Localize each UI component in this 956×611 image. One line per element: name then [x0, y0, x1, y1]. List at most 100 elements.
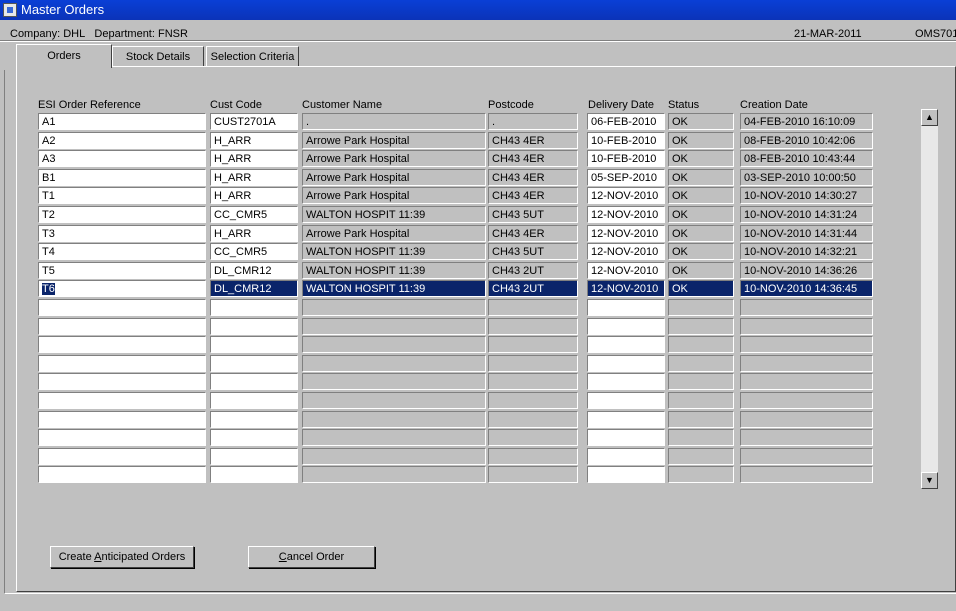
esi-order-reference-field[interactable]: T6: [38, 280, 206, 297]
cust-code-field[interactable]: H_ARR: [210, 150, 298, 167]
postcode-field: [488, 429, 578, 446]
delivery-date-field[interactable]: [587, 318, 665, 335]
creation-date-field: 10-NOV-2010 14:36:45: [740, 280, 873, 297]
cust-code-field[interactable]: CC_CMR5: [210, 206, 298, 223]
scroll-down-icon[interactable]: ▼: [921, 472, 938, 489]
scroll-up-icon[interactable]: ▲: [921, 109, 938, 126]
delivery-date-field[interactable]: 12-NOV-2010: [587, 262, 665, 279]
postcode-field: [488, 373, 578, 390]
tab-selection-criteria[interactable]: Selection Criteria: [206, 46, 299, 66]
delivery-date-field[interactable]: 12-NOV-2010: [587, 280, 665, 297]
postcode-field: CH43 2UT: [488, 280, 578, 297]
delivery-date-field[interactable]: [587, 392, 665, 409]
cust-code-field[interactable]: [210, 448, 298, 465]
esi-order-reference-field[interactable]: A1: [38, 113, 206, 130]
app-icon[interactable]: [3, 3, 17, 17]
header-creation-date: Creation Date: [740, 99, 808, 111]
cust-code-field[interactable]: [210, 466, 298, 483]
status-field: [668, 392, 734, 409]
esi-order-reference-field[interactable]: T2: [38, 206, 206, 223]
esi-order-reference-field[interactable]: T3: [38, 225, 206, 242]
creation-date-field: 10-NOV-2010 14:31:24: [740, 206, 873, 223]
delivery-date-field[interactable]: 12-NOV-2010: [587, 243, 665, 260]
tab-stock-details[interactable]: Stock Details: [112, 46, 204, 66]
creation-date-field: 08-FEB-2010 10:43:44: [740, 150, 873, 167]
esi-order-reference-field[interactable]: [38, 355, 206, 372]
esi-order-reference-field[interactable]: B1: [38, 169, 206, 186]
delivery-date-field[interactable]: [587, 411, 665, 428]
cust-code-field[interactable]: CC_CMR5: [210, 243, 298, 260]
creation-date-field: 10-NOV-2010 14:31:44: [740, 225, 873, 242]
esi-order-reference-field[interactable]: [38, 336, 206, 353]
delivery-date-field[interactable]: 12-NOV-2010: [587, 225, 665, 242]
status-field: [668, 373, 734, 390]
cust-code-field[interactable]: [210, 429, 298, 446]
creation-date-field: 03-SEP-2010 10:00:50: [740, 169, 873, 186]
header-status: Status: [668, 99, 700, 111]
cust-code-field[interactable]: DL_CMR12: [210, 262, 298, 279]
postcode-field: CH43 2UT: [488, 262, 578, 279]
cancel-label-post: ancel Order: [286, 551, 345, 563]
delivery-date-field[interactable]: [587, 373, 665, 390]
cust-code-field[interactable]: [210, 336, 298, 353]
status-field: [668, 318, 734, 335]
status-field: OK: [668, 243, 734, 260]
esi-order-reference-field[interactable]: [38, 318, 206, 335]
cust-code-field[interactable]: [210, 318, 298, 335]
delivery-date-field[interactable]: 10-FEB-2010: [587, 132, 665, 149]
cust-code-field[interactable]: [210, 411, 298, 428]
delivery-date-field[interactable]: 10-FEB-2010: [587, 150, 665, 167]
creation-date-field: [740, 355, 873, 372]
postcode-field: [488, 448, 578, 465]
delivery-date-field[interactable]: 06-FEB-2010: [587, 113, 665, 130]
esi-order-reference-field[interactable]: [38, 448, 206, 465]
title-bar[interactable]: Master Orders: [0, 0, 956, 20]
delivery-date-field[interactable]: [587, 448, 665, 465]
delivery-date-field[interactable]: 12-NOV-2010: [587, 206, 665, 223]
delivery-date-field[interactable]: 12-NOV-2010: [587, 187, 665, 204]
esi-order-reference-field[interactable]: A2: [38, 132, 206, 149]
cust-code-field[interactable]: DL_CMR12: [210, 280, 298, 297]
cust-code-field[interactable]: H_ARR: [210, 225, 298, 242]
creation-date-field: [740, 336, 873, 353]
form-code: OMS701: [915, 28, 956, 40]
esi-order-reference-field[interactable]: [38, 299, 206, 316]
esi-order-reference-field[interactable]: [38, 429, 206, 446]
esi-order-reference-field[interactable]: T1: [38, 187, 206, 204]
esi-order-reference-field[interactable]: T5: [38, 262, 206, 279]
tab-orders[interactable]: Orders: [16, 44, 112, 68]
esi-order-reference-field[interactable]: A3: [38, 150, 206, 167]
cust-code-field[interactable]: CUST2701A: [210, 113, 298, 130]
cust-code-field[interactable]: H_ARR: [210, 132, 298, 149]
info-bar: Company: DHL Department: FNSR 21-MAR-201…: [0, 26, 956, 40]
create-anticipated-orders-button[interactable]: Create Anticipated Orders: [50, 546, 194, 568]
cust-code-field[interactable]: H_ARR: [210, 187, 298, 204]
delivery-date-field[interactable]: 05-SEP-2010: [587, 169, 665, 186]
status-field: OK: [668, 280, 734, 297]
postcode-field: CH43 4ER: [488, 225, 578, 242]
cust-code-field[interactable]: H_ARR: [210, 169, 298, 186]
vertical-scrollbar[interactable]: ▲ ▼: [921, 109, 938, 489]
cancel-order-button[interactable]: Cancel Order: [248, 546, 375, 568]
delivery-date-field[interactable]: [587, 355, 665, 372]
esi-order-reference-field[interactable]: [38, 411, 206, 428]
cust-code-field[interactable]: [210, 299, 298, 316]
esi-order-reference-field[interactable]: [38, 466, 206, 483]
creation-date-field: [740, 373, 873, 390]
customer-name-field: [302, 466, 486, 483]
separator: [0, 40, 956, 42]
cust-code-field[interactable]: [210, 355, 298, 372]
customer-name-field: Arrowe Park Hospital: [302, 169, 486, 186]
department-value: FNSR: [157, 28, 188, 40]
current-date: 21-MAR-2011: [794, 28, 862, 40]
delivery-date-field[interactable]: [587, 299, 665, 316]
cust-code-field[interactable]: [210, 392, 298, 409]
create-label-key: A: [94, 551, 102, 563]
esi-order-reference-field[interactable]: [38, 373, 206, 390]
esi-order-reference-field[interactable]: [38, 392, 206, 409]
delivery-date-field[interactable]: [587, 336, 665, 353]
delivery-date-field[interactable]: [587, 429, 665, 446]
cust-code-field[interactable]: [210, 373, 298, 390]
delivery-date-field[interactable]: [587, 466, 665, 483]
esi-order-reference-field[interactable]: T4: [38, 243, 206, 260]
